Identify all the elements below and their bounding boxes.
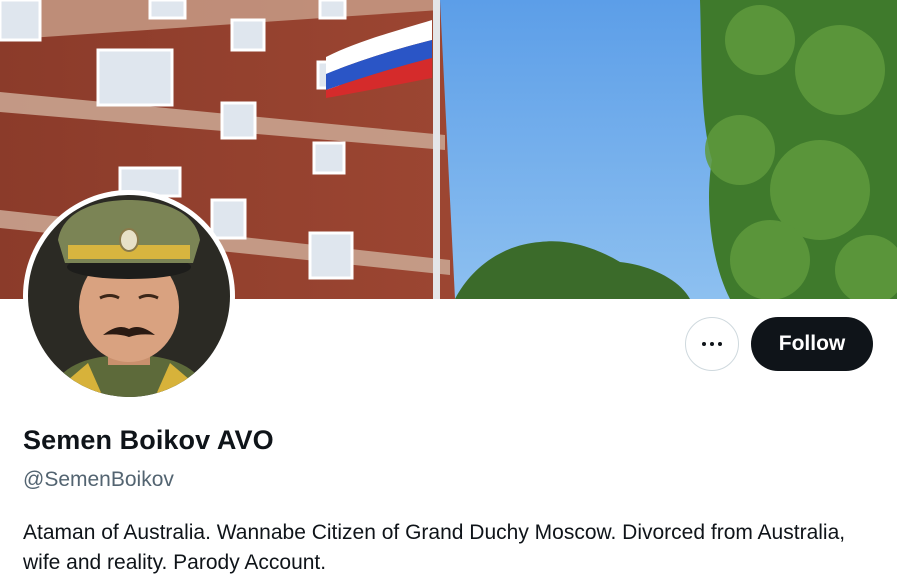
display-name: Semen Boikov AVO — [23, 425, 274, 455]
user-handle: @SemenBoikov — [23, 468, 174, 491]
more-dots-icon — [702, 342, 722, 346]
more-options-button[interactable] — [685, 317, 739, 371]
follow-button[interactable]: Follow — [751, 317, 873, 371]
profile-avatar[interactable] — [23, 190, 235, 402]
profile-bio: Ataman of Australia. Wannabe Citizen of … — [23, 521, 846, 574]
